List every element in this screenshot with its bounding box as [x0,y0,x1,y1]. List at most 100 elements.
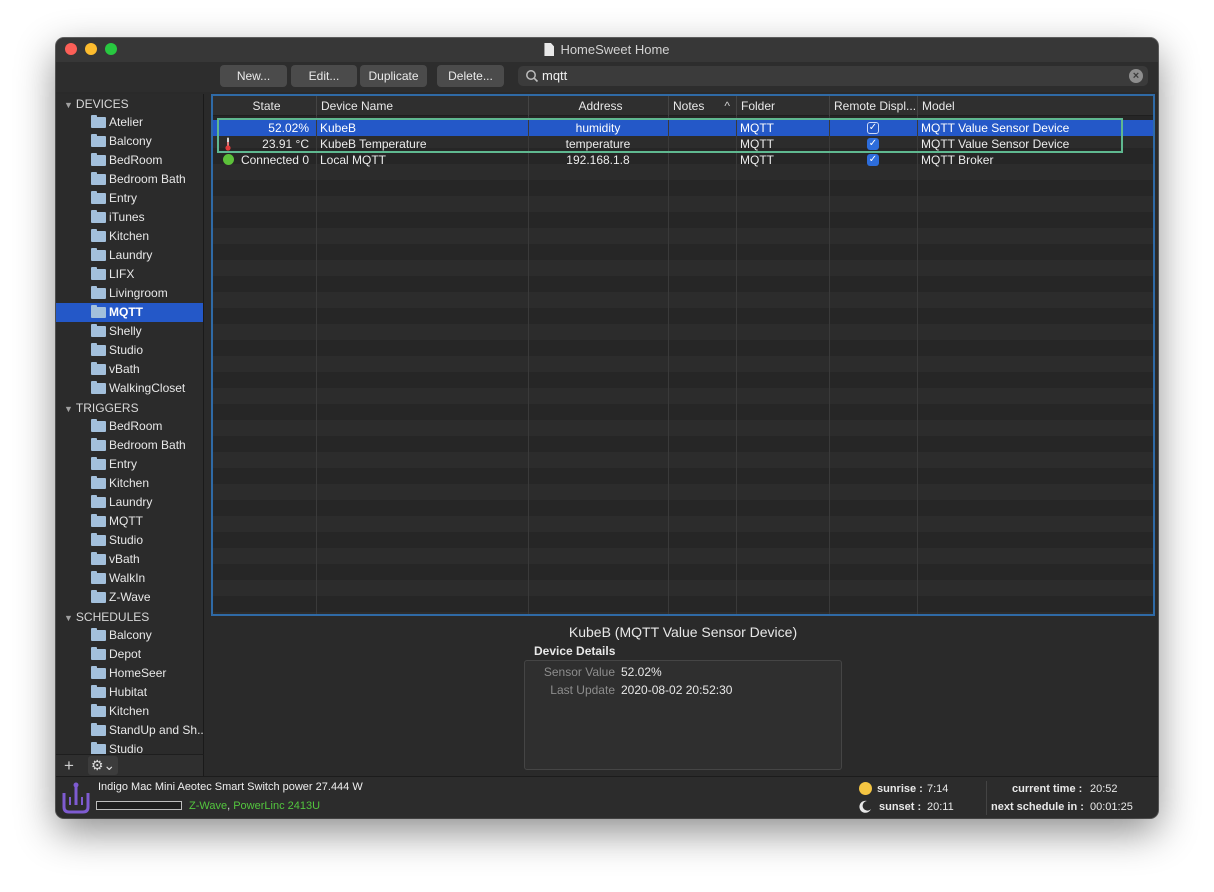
sidebar-item-devices[interactable]: Studio [56,341,203,360]
sidebar-item-schedules[interactable]: StandUp and Sh... [56,721,203,740]
new-button[interactable]: New... [220,65,287,87]
folder-icon [91,571,106,584]
sidebar-item-label: vBath [109,362,140,376]
sidebar-item-schedules[interactable]: Depot [56,645,203,664]
sidebar-item-triggers[interactable]: Z-Wave [56,588,203,607]
column-notes-label: Notes [673,99,705,113]
sidebar-group-schedules[interactable]: ▼ SCHEDULES [56,608,203,626]
column-folder[interactable]: Folder [736,96,829,116]
sidebar-item-devices[interactable]: Livingroom [56,284,203,303]
sidebar-item-triggers[interactable]: Laundry [56,493,203,512]
add-button[interactable]: + [64,756,74,776]
sidebar-item-schedules[interactable]: Balcony [56,626,203,645]
sidebar-item-devices[interactable]: Laundry [56,246,203,265]
sidebar-item-schedules[interactable]: HomeSeer [56,664,203,683]
current-time-value: 20:52 [1090,783,1118,795]
sidebar-item-label: WalkingCloset [109,381,186,395]
sidebar-item-label: Shelly [109,324,142,338]
model-cell: MQTT Broker [921,153,994,167]
device-table: State Device Name Address Notes ^ Folder … [211,94,1155,616]
folder-icon [91,723,106,736]
table-row[interactable]: 23.91 °C KubeB Temperature temperature MQTT… [213,136,1153,152]
sidebar-item-triggers[interactable]: Bedroom Bath [56,436,203,455]
sidebar-item-label: Kitchen [109,476,150,490]
folder-icon [91,343,106,356]
search-input[interactable]: mqtt [542,68,567,83]
sidebar-item-schedules[interactable]: Studio [56,740,203,754]
interface-separator: , [227,800,231,812]
folder-icon [91,647,106,660]
moon-icon [859,800,871,813]
sun-icon [859,782,872,795]
remote-display-checkbox[interactable]: ✓ [867,122,879,134]
address-cell: humidity [575,121,621,135]
sidebar-item-schedules[interactable]: Hubitat [56,683,203,702]
window-title-text: HomeSweet Home [560,42,670,57]
folder-cell: MQTT [740,137,774,151]
sidebar-item-devices[interactable]: vBath [56,360,203,379]
sidebar-item-devices[interactable]: LIFX [56,265,203,284]
folder-icon [91,685,106,698]
remote-display-checkbox[interactable]: ✓ [867,138,879,150]
sidebar-item-schedules[interactable]: Kitchen [56,702,203,721]
sidebar-item-devices[interactable]: MQTT [56,303,203,322]
sidebar-item-triggers[interactable]: WalkIn [56,569,203,588]
sidebar-item-label: Bedroom Bath [109,438,186,452]
state-cell: 52.02% [268,121,309,135]
sidebar-item-triggers[interactable]: BedRoom [56,417,203,436]
folder-icon [91,324,106,337]
edit-button[interactable]: Edit... [291,65,357,87]
sidebar-item-label: Depot [109,647,142,661]
sidebar-item-devices[interactable]: Shelly [56,322,203,341]
clear-search-icon[interactable]: × [1129,69,1143,83]
sidebar-item-devices[interactable]: BedRoom [56,151,203,170]
remote-display-checkbox[interactable]: ✓ [867,154,879,166]
folder-icon [91,628,106,641]
column-state[interactable]: State [213,96,316,116]
sidebar-item-devices[interactable]: Atelier [56,113,203,132]
sidebar-item-devices[interactable]: Entry [56,189,203,208]
column-device-name[interactable]: Device Name [316,96,528,116]
sidebar-item-devices[interactable]: Kitchen [56,227,203,246]
column-address[interactable]: Address [528,96,668,116]
disclosure-triangle-icon[interactable]: ▼ [64,96,73,114]
sidebar-item-label: BedRoom [109,419,163,433]
sidebar-item-triggers[interactable]: vBath [56,550,203,569]
folder-icon [91,495,106,508]
gear-menu-button[interactable]: ⚙⌄ [88,756,118,775]
sunrise-value: 7:14 [927,783,949,795]
search-field[interactable]: mqtt × [518,66,1148,86]
sidebar-item-triggers[interactable]: Studio [56,531,203,550]
folder-icon [91,514,106,527]
status-bar: Indigo Mac Mini Aeotec Smart Switch powe… [56,776,1158,818]
delete-button[interactable]: Delete... [437,65,504,87]
app-window: HomeSweet Home New... Edit... Duplicate … [56,38,1158,818]
disclosure-triangle-icon[interactable]: ▼ [64,609,73,627]
sidebar-item-triggers[interactable]: MQTT [56,512,203,531]
duplicate-button[interactable]: Duplicate [360,65,427,87]
sidebar-item-devices[interactable]: WalkingCloset [56,379,203,398]
sidebar-group-triggers[interactable]: ▼ TRIGGERS [56,399,203,417]
document-icon [544,43,555,56]
sidebar-group-label: TRIGGERS [75,401,139,415]
sidebar: ▼ DEVICES Atelier Balcony BedRoom Bedroom Bat… [56,94,204,754]
sidebar-item-triggers[interactable]: Kitchen [56,474,203,493]
table-row[interactable]: Connected 0 Local MQTT 192.168.1.8 MQTT MQTT… [213,152,1153,168]
sidebar-item-devices[interactable]: iTunes [56,208,203,227]
folder-icon [91,533,106,546]
column-remote-display[interactable]: Remote Displ... [829,96,917,116]
sidebar-item-triggers[interactable]: Entry [56,455,203,474]
column-notes[interactable]: Notes ^ [668,96,736,116]
sunset-label: sunset : [879,801,922,813]
column-model[interactable]: Model [917,96,1153,116]
table-row[interactable]: 52.02% KubeB humidity MQTT MQTT Value Sensor… [213,120,1153,136]
folder-icon [91,172,106,185]
folder-icon [91,286,106,299]
sidebar-group-devices[interactable]: ▼ DEVICES [56,95,203,113]
device-name-cell: KubeB [320,121,357,135]
window-title: HomeSweet Home [56,42,1158,57]
sidebar-item-devices[interactable]: Bedroom Bath [56,170,203,189]
disclosure-triangle-icon[interactable]: ▼ [64,400,73,418]
folder-icon [91,191,106,204]
sidebar-item-devices[interactable]: Balcony [56,132,203,151]
